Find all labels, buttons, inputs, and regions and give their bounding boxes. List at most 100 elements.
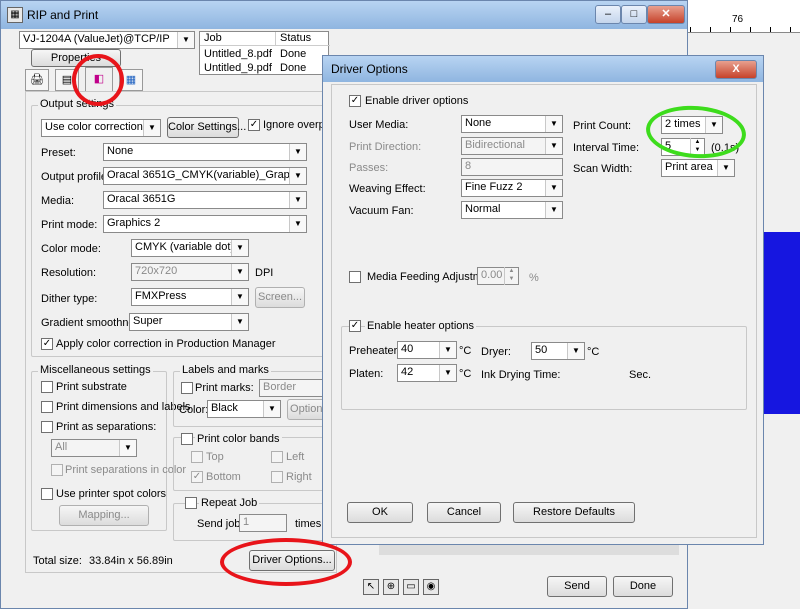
marks-color-select[interactable]: Black ▼: [207, 400, 281, 418]
passes-label: Passes:: [349, 162, 389, 174]
maximize-button[interactable]: □: [621, 5, 647, 24]
output-profile-value: Oracal 3651G_CMYK(variable)_Graphics 2_B…: [107, 169, 307, 181]
media-feed-unit: %: [529, 272, 539, 284]
driver-dialog-title: Driver Options: [331, 62, 408, 76]
color-correction-select[interactable]: Use color correction ▼: [41, 119, 161, 137]
status-column-header[interactable]: Status: [276, 32, 330, 46]
pointer-icon[interactable]: ↖: [363, 579, 379, 595]
dither-value: FMXPress: [135, 290, 187, 302]
weaving-select[interactable]: Fine Fuzz 2 ▼: [461, 179, 563, 197]
enable-heater-checkbox[interactable]: ✓: [349, 320, 361, 332]
scan-width-select[interactable]: Print area ▼: [661, 159, 735, 177]
separations-select[interactable]: All ▼: [51, 439, 137, 457]
platen-label: Platen:: [349, 368, 384, 380]
chevron-down-icon: ▼: [545, 180, 562, 196]
media-value: Oracal 3651G: [107, 193, 176, 205]
table-row[interactable]: Untitled_8.pdf: [204, 48, 272, 60]
spinner-icon[interactable]: ▲ ▼: [504, 267, 518, 285]
color-mode-value: CMYK (variable dot): [135, 241, 235, 253]
preheater-unit: °C: [459, 345, 472, 357]
print-mode-select[interactable]: Graphics 2 ▼: [103, 215, 307, 233]
dryer-select[interactable]: 50 ▼: [531, 342, 585, 360]
gradient-select[interactable]: Super ▼: [129, 313, 249, 331]
chevron-down-icon: ▼: [717, 160, 734, 176]
chevron-down-icon: ▼: [231, 264, 248, 280]
separations-value: All: [55, 441, 68, 453]
chevron-down-icon: ▼: [231, 240, 248, 256]
platen-select[interactable]: 42 ▼: [397, 364, 457, 382]
preheater-select[interactable]: 40 ▼: [397, 341, 457, 359]
preset-label: Preset:: [41, 147, 76, 159]
repeat-count-value: 1: [243, 516, 250, 528]
job-column-header[interactable]: Job: [200, 32, 276, 46]
layout-icon: ▤: [61, 74, 73, 86]
zoom-fit-icon[interactable]: ◉: [423, 579, 439, 595]
print-dimensions-checkbox[interactable]: [41, 401, 53, 413]
color-mode-select[interactable]: CMYK (variable dot) ▼: [131, 239, 249, 257]
band-left-checkbox[interactable]: [271, 451, 283, 463]
chevron-down-icon: ▼: [289, 144, 306, 160]
enable-driver-checkbox[interactable]: ✓: [349, 95, 361, 107]
chevron-down-icon: ▼: [545, 116, 562, 132]
screen-button[interactable]: Screen...: [255, 287, 305, 308]
restore-defaults-button[interactable]: Restore Defaults: [513, 502, 635, 523]
apply-pm-checkbox[interactable]: ✓: [41, 338, 53, 350]
apply-pm-label: Apply color correction in Production Man…: [56, 338, 276, 350]
band-bottom-checkbox[interactable]: ✓: [191, 471, 203, 483]
platen-unit: °C: [459, 368, 472, 380]
print-direction-select[interactable]: Bidirectional ▼: [461, 137, 563, 155]
table-row[interactable]: Untitled_9.pdf: [204, 62, 272, 74]
print-spot-checkbox[interactable]: [51, 464, 63, 476]
job-status: Done: [280, 48, 307, 60]
output-profile-select[interactable]: Oracal 3651G_CMYK(variable)_Graphics 2_B…: [103, 167, 307, 185]
cancel-button[interactable]: Cancel: [427, 502, 501, 523]
ok-button[interactable]: OK: [347, 502, 413, 523]
group-title: Labels and marks: [180, 364, 271, 376]
print-separations-checkbox[interactable]: [41, 421, 53, 433]
print-marks-label: Print marks:: [195, 382, 254, 394]
page-icon[interactable]: ▭: [403, 579, 419, 595]
passes-field[interactable]: 8: [461, 158, 563, 176]
print-direction-value: Bidirectional: [465, 139, 525, 151]
print-substrate-checkbox[interactable]: [41, 381, 53, 393]
dither-select[interactable]: FMXPress ▼: [131, 288, 249, 306]
printer-select[interactable]: VJ-1204A (ValueJet)@TCP/IP ▼: [19, 31, 195, 49]
rip-titlebar: ▦ RIP and Print – □ ✕: [1, 1, 687, 29]
print-marks-checkbox[interactable]: [181, 382, 193, 394]
tab-printer[interactable]: 🖨: [25, 69, 49, 91]
job-name: Untitled_9.pdf: [204, 62, 272, 74]
media-feed-field[interactable]: 0.00 ▲ ▼: [477, 267, 519, 285]
job-status: Done: [280, 62, 307, 74]
resolution-select[interactable]: 720x720 ▼: [131, 263, 249, 281]
print-color-bands-checkbox[interactable]: [181, 433, 193, 445]
job-list[interactable]: Job Status Untitled_8.pdf Done Untitled_…: [199, 31, 330, 75]
minimize-button[interactable]: –: [595, 5, 621, 24]
send-button[interactable]: Send: [547, 576, 607, 597]
ignore-overprint-checkbox[interactable]: ✓: [248, 119, 260, 131]
color-settings-button[interactable]: Color Settings...: [167, 117, 246, 138]
ink-drying-unit: Sec.: [629, 369, 652, 381]
band-top-checkbox[interactable]: [191, 451, 203, 463]
media-feed-checkbox[interactable]: [349, 271, 361, 283]
close-icon[interactable]: X: [715, 60, 757, 79]
use-spot-checkbox[interactable]: [41, 488, 53, 500]
printer-value: VJ-1204A (ValueJet)@TCP/IP: [23, 33, 170, 45]
repeat-job-checkbox[interactable]: [185, 497, 197, 509]
mapping-button[interactable]: Mapping...: [59, 505, 149, 526]
media-feed-value: 0.00: [481, 269, 503, 281]
print-mode-value: Graphics 2: [107, 217, 161, 229]
band-right-checkbox[interactable]: [271, 471, 283, 483]
vacuum-select[interactable]: Normal ▼: [461, 201, 563, 219]
repeat-count-field[interactable]: 1: [239, 514, 287, 532]
close-button[interactable]: ✕: [647, 5, 685, 24]
chevron-down-icon: ▼: [177, 32, 194, 48]
send-job-label: Send job: [197, 518, 241, 530]
zoom-in-icon[interactable]: ⊕: [383, 579, 399, 595]
done-button[interactable]: Done: [613, 576, 673, 597]
media-select[interactable]: Oracal 3651G ▼: [103, 191, 307, 209]
preset-select[interactable]: None ▼: [103, 143, 307, 161]
driver-titlebar: Driver Options X: [323, 56, 763, 82]
marks-select[interactable]: Border: [259, 379, 329, 397]
user-media-select[interactable]: None ▼: [461, 115, 563, 133]
chevron-down-icon: ▼: [567, 343, 584, 359]
